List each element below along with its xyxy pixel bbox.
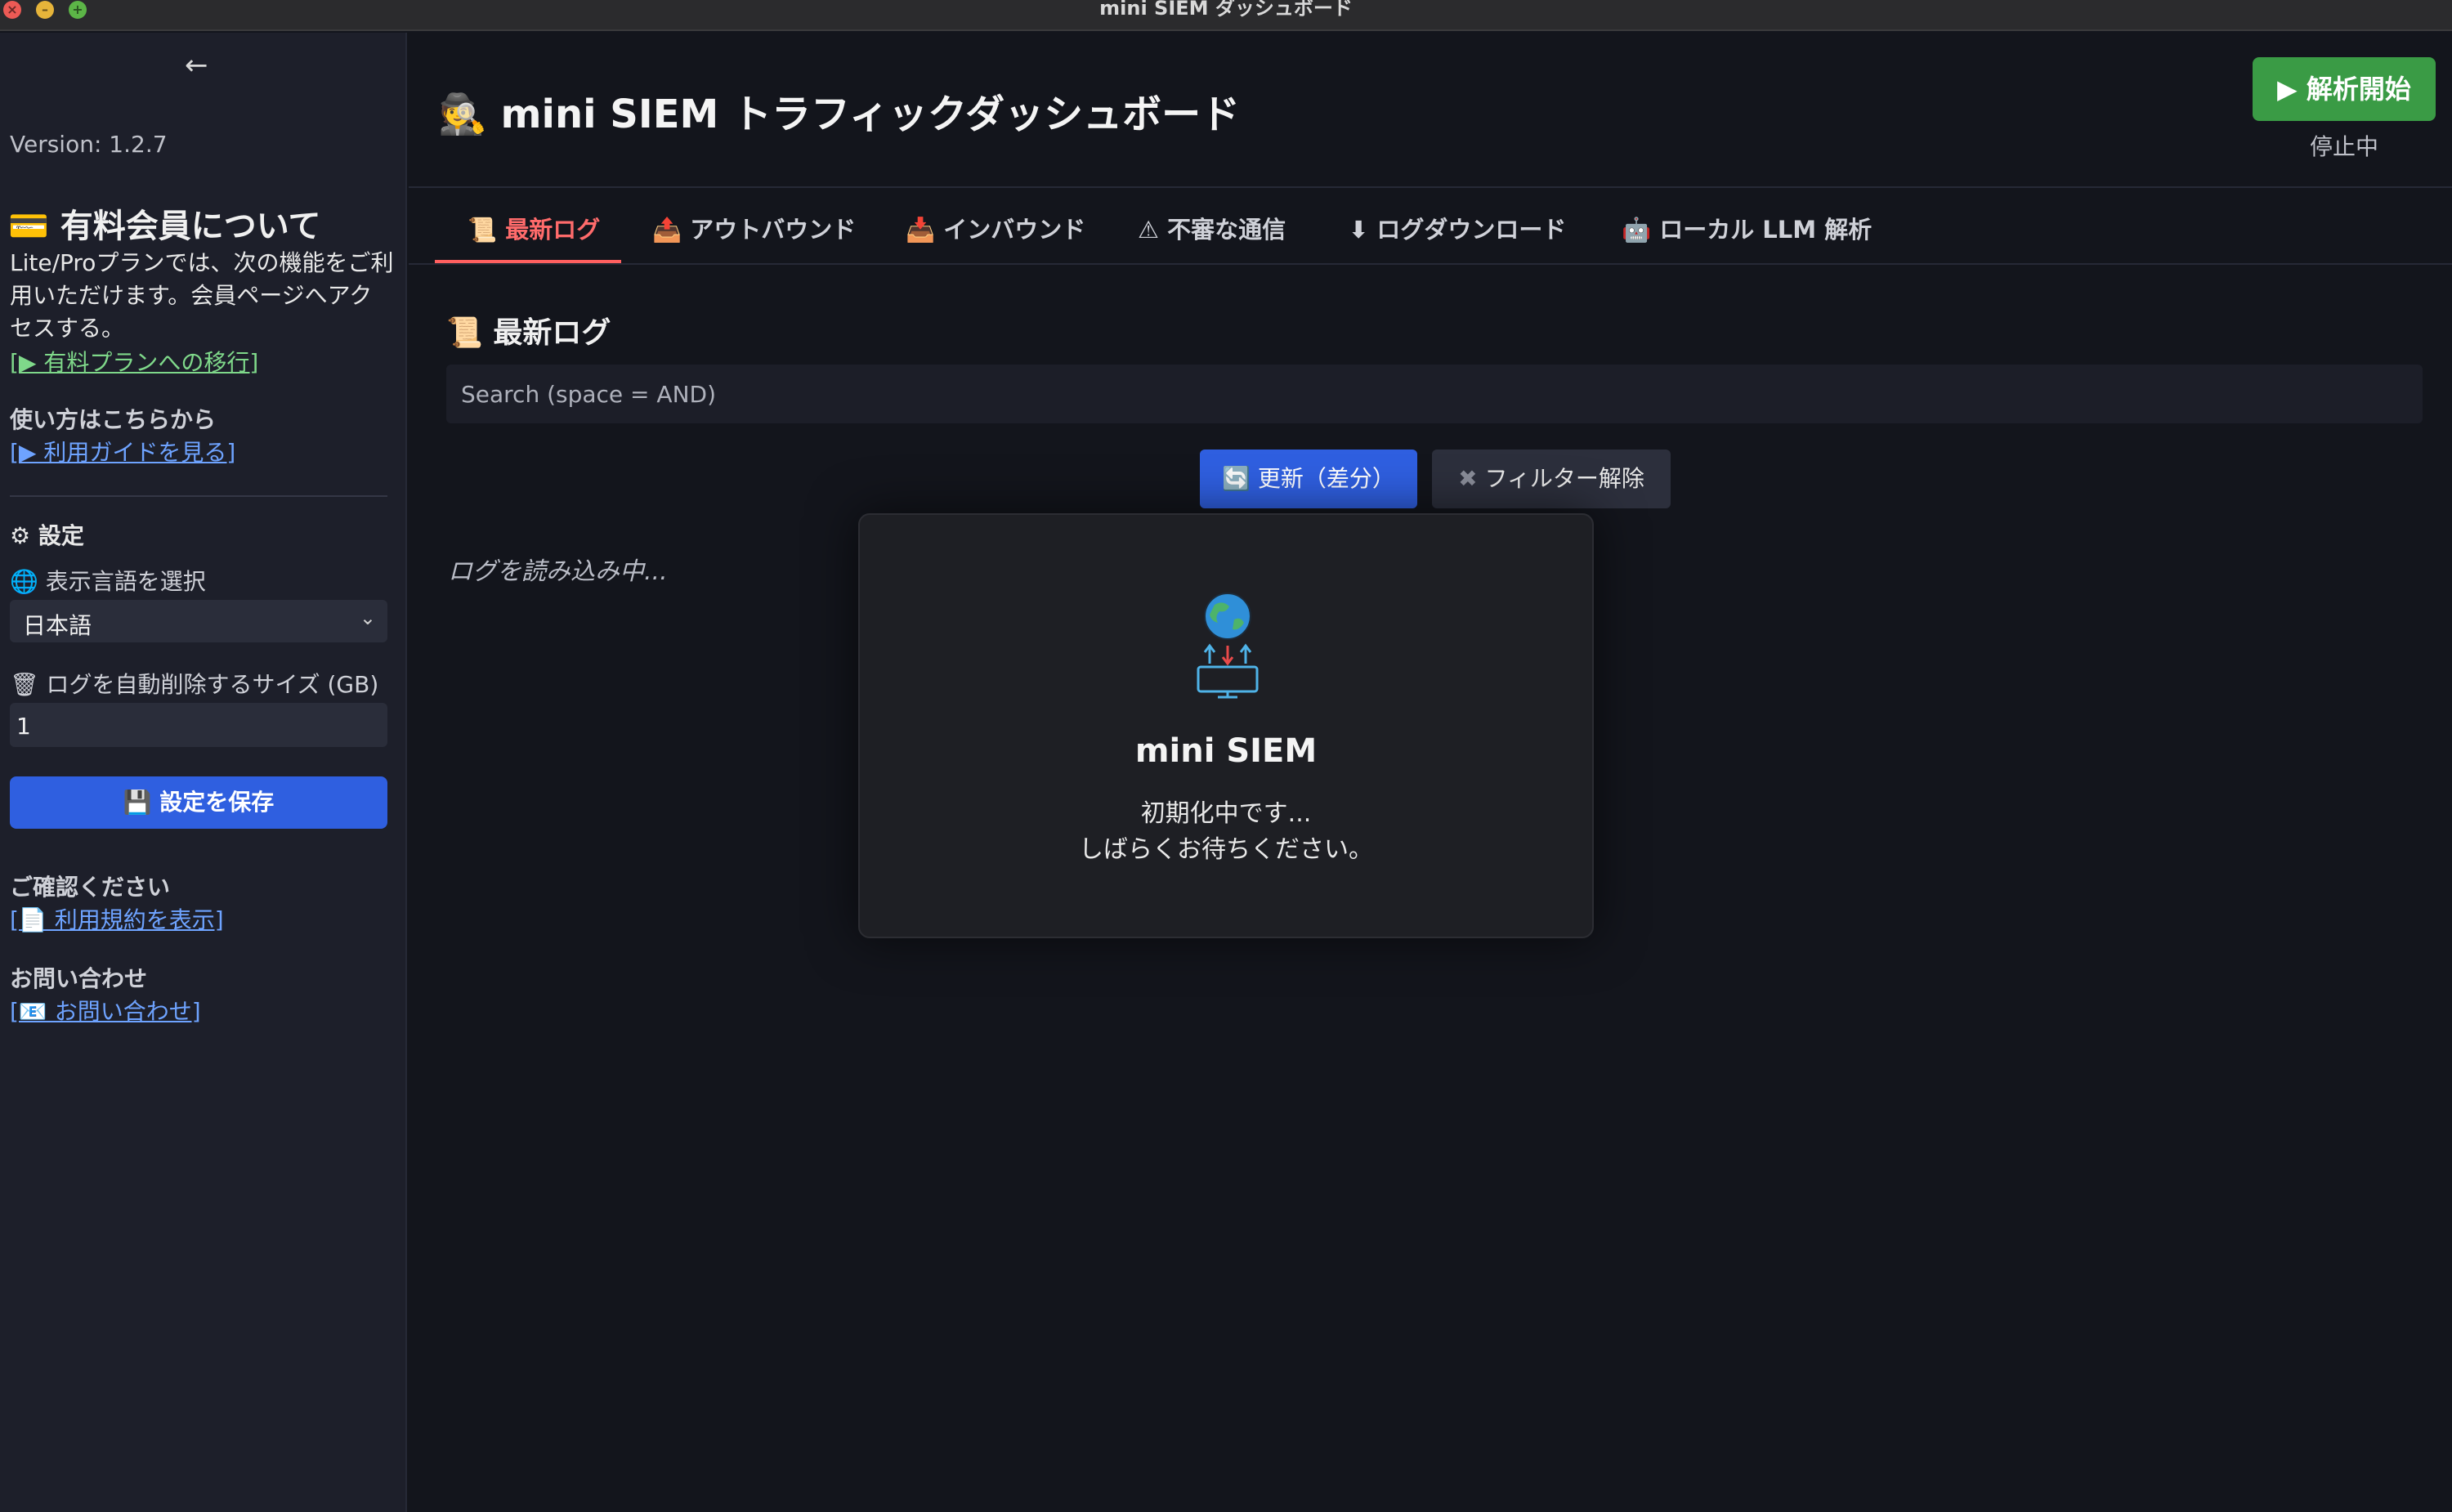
window-titlebar: × – + mini SIEM ダッシュボード <box>0 0 2452 31</box>
page-title: 🕵 mini SIEM トラフィックダッシュボード <box>438 92 1241 137</box>
version-text: Version: 1.2.7 <box>10 131 168 158</box>
status-text: 停止中 <box>2309 133 2378 160</box>
modal-message-2: しばらくお待ちください。 <box>1079 835 1373 864</box>
plan-description: Lite/Proプランでは、次の機能をご利用いただけます。会員ページへアクセスす… <box>10 249 394 342</box>
loading-modal: mini SIEM 初期化中です... しばらくお待ちください。 <box>858 513 1594 938</box>
tab-suspicious[interactable]: ⚠ 不審な通信 <box>1138 211 1286 245</box>
tab-log-download[interactable]: ⬇ ログダウンロード <box>1349 211 1566 245</box>
search-input[interactable]: Search (space = AND) <box>446 365 2423 423</box>
language-label: 🌐 表示言語を選択 <box>10 568 206 595</box>
window-title: mini SIEM ダッシュボード <box>1099 0 1353 20</box>
user-guide-link[interactable]: [▶ 利用ガイドを見る] <box>10 435 235 467</box>
clear-filter-button[interactable]: ✖ フィルター解除 <box>1432 450 1671 508</box>
globe-network-icon <box>1197 593 1259 699</box>
close-icon: ✖ <box>1458 465 1478 492</box>
guide-heading: 使い方はこちらから <box>10 406 217 433</box>
modal-message-1: 初期化中です... <box>1140 799 1312 828</box>
chevron-down-icon: ⌄ <box>359 606 376 629</box>
clear-filter-label: フィルター解除 <box>1484 465 1644 492</box>
language-select-value: 日本語 <box>23 612 92 639</box>
settings-heading: ⚙ 設定 <box>10 522 84 549</box>
save-settings-button[interactable]: 💾 設定を保存 <box>10 776 387 829</box>
confirm-heading: ご確認ください <box>10 874 171 901</box>
terms-link[interactable]: [📄 利用規約を表示] <box>10 902 224 935</box>
language-select[interactable]: 日本語 ⌄ <box>10 600 387 642</box>
plan-heading: 💳 有料会員について <box>8 208 321 245</box>
start-analysis-button[interactable]: ▶ 解析開始 <box>2253 57 2436 121</box>
contact-link[interactable]: [📧 お問い合わせ] <box>10 994 201 1027</box>
contact-heading: お問い合わせ <box>10 965 148 992</box>
sidebar: ← Version: 1.2.7 💳 有料会員について Lite/Proプランで… <box>0 33 407 1512</box>
tab-latest-logs[interactable]: 📜 最新ログ <box>468 211 600 245</box>
loading-text: ログを読み込み中... <box>448 557 668 586</box>
section-title: 📜 最新ログ <box>446 316 611 350</box>
tab-inbound[interactable]: 📥 インバウンド <box>906 211 1085 245</box>
tab-bar: 📜 最新ログ 📤 アウトバウンド 📥 インバウンド ⚠ 不審な通信 ⬇ ログダウ… <box>409 190 2452 265</box>
modal-title: mini SIEM <box>1134 732 1318 770</box>
tab-outbound[interactable]: 📤 アウトバウンド <box>652 211 856 245</box>
active-tab-indicator <box>435 260 621 263</box>
upgrade-plan-link[interactable]: [▶ 有料プランへの移行] <box>10 345 258 378</box>
auto-delete-size-input[interactable]: 1 <box>10 703 387 747</box>
tab-local-llm[interactable]: 🤖 ローカル LLM 解析 <box>1622 211 1872 245</box>
sidebar-divider <box>10 495 387 497</box>
collapse-sidebar-icon[interactable]: ← <box>185 49 208 82</box>
header-divider <box>409 186 2452 188</box>
refresh-diff-button[interactable]: 🔄 更新（差分） <box>1200 450 1417 508</box>
auto-delete-size-label: 🗑 ログを自動削除するサイズ (GB) <box>10 671 379 698</box>
